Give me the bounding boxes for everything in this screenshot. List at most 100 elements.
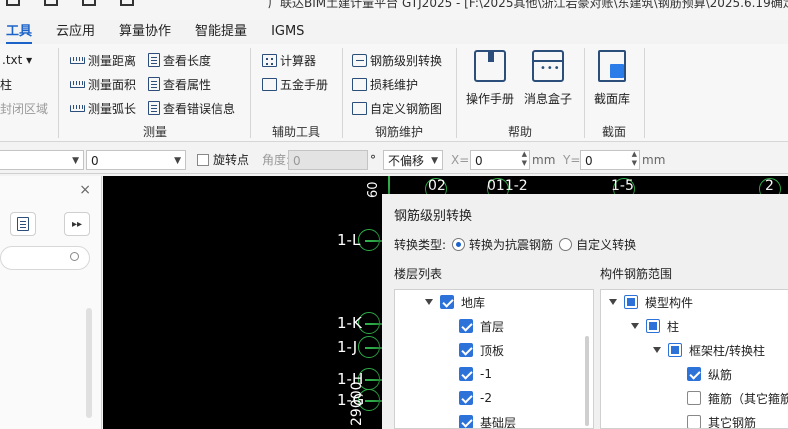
tree-item-longitudinal[interactable]: 纵筋 [687, 364, 732, 384]
checkbox[interactable] [624, 295, 638, 309]
tree-item-column[interactable]: 柱 [631, 316, 679, 336]
tab-tools[interactable]: 工具 [6, 20, 33, 44]
rotate-point-box[interactable] [197, 153, 209, 166]
aux-tools-group-label: 辅助工具 [271, 125, 320, 139]
spinner-icon[interactable]: ▲ ▼ [632, 150, 637, 168]
floor-item[interactable]: 首层 [459, 316, 504, 336]
expand-icon[interactable] [425, 299, 433, 305]
dimension-60: 60 [366, 181, 381, 198]
dimension-29000: 29000 [349, 381, 365, 426]
panel-scrollbar[interactable] [86, 308, 92, 418]
floor-label: -1 [480, 367, 492, 381]
section-group-label: 截面 [601, 125, 626, 139]
y-label: Y= [563, 153, 581, 167]
checkbox[interactable] [459, 415, 473, 428]
tab-cloud[interactable]: 云应用 [56, 20, 95, 44]
left-select[interactable]: ▼ [0, 150, 84, 170]
floor-select[interactable]: 0 ▼ [86, 150, 186, 170]
floor-item[interactable]: -2 [459, 388, 492, 408]
x-unit: mm [532, 153, 556, 167]
axis-label-1-5: 1-5 [611, 178, 634, 194]
panel-more-button[interactable]: ▸▸ [64, 212, 90, 236]
expand-icon[interactable] [631, 323, 639, 329]
panel-search-input[interactable] [0, 246, 90, 270]
rotate-point-checkbox[interactable]: 旋转点 [197, 150, 249, 170]
column-item[interactable]: 柱 [0, 74, 12, 94]
y-input[interactable]: 0 ▲ ▼ [580, 150, 640, 170]
tree-label: 其它钢筋 [708, 415, 757, 429]
spinner-icon[interactable]: ▲ ▼ [522, 150, 527, 168]
axis-label-2: 2 [765, 178, 774, 194]
panel-tool-button[interactable] [10, 212, 36, 236]
tab-collab[interactable]: 算量协作 [119, 20, 171, 44]
offset-select[interactable]: 不偏移 ▼ [383, 150, 443, 170]
checkbox[interactable] [459, 367, 473, 381]
closed-region-item[interactable]: 封闭区域 [0, 98, 48, 118]
redo-icon[interactable] [120, 0, 134, 6]
dialog-title: 钢筋级别转换 [394, 209, 473, 224]
rebar-maint-group-label: 钢筋维护 [374, 125, 423, 139]
x-input[interactable]: 0 ▲ ▼ [470, 150, 530, 170]
angle-input[interactable]: 0 [288, 150, 368, 170]
tree-item-frame-column[interactable]: 框架柱/转换柱 [653, 340, 765, 360]
expand-icon[interactable] [609, 299, 617, 305]
checkbox[interactable] [440, 295, 454, 309]
angle-value: 0 [293, 154, 301, 168]
floor-item[interactable]: 顶板 [459, 340, 504, 360]
checkbox[interactable] [668, 343, 682, 357]
chevron-down-icon: ▼ [72, 156, 79, 166]
section-group: 截面 [584, 44, 644, 142]
radio-custom-label[interactable]: 自定义转换 [576, 236, 636, 253]
floor-item[interactable]: 基础层 [459, 412, 517, 429]
radio-custom[interactable] [559, 238, 573, 251]
measure-group: 测量 [60, 44, 250, 142]
ribbon: .txt ▾ 柱 封闭区域 测量距离 测量面积 测量弧长 查看长度 查看属性 查… [0, 44, 788, 142]
txt-dropdown-label: .txt ▾ [2, 53, 33, 67]
checkbox[interactable] [459, 391, 473, 405]
measure-group-label: 测量 [142, 125, 167, 139]
save-icon[interactable] [6, 0, 20, 6]
floor-label: 地库 [461, 295, 486, 310]
checkbox[interactable] [459, 319, 473, 333]
tree-item-other-rebar[interactable]: 其它钢筋 [687, 412, 757, 429]
floor-list-scrollbar[interactable] [585, 336, 589, 426]
floor-label: -2 [480, 391, 492, 405]
axis-label-1K: 1-K [337, 314, 362, 332]
txt-dropdown[interactable]: .txt ▾ [2, 50, 32, 70]
quick-access-toolbar [6, 0, 134, 6]
panel-doc-icon [17, 217, 29, 231]
checkbox[interactable] [646, 319, 660, 333]
axis-bubble [358, 229, 380, 251]
tree-label: 纵筋 [708, 367, 733, 382]
print-icon[interactable] [82, 0, 96, 6]
chevron-down-icon: ▼ [431, 156, 438, 166]
checkbox[interactable] [687, 391, 701, 405]
aux-tools-group: 辅助工具 [250, 44, 342, 142]
axis-bubble [358, 336, 380, 358]
checkbox[interactable] [459, 343, 473, 357]
convert-type-label: 转换类型: [394, 238, 447, 252]
undo-icon[interactable] [44, 0, 58, 6]
offset-value: 不偏移 [388, 154, 425, 168]
close-icon[interactable]: × [79, 182, 91, 198]
tree-item-model[interactable]: 模型构件 [609, 292, 693, 312]
tab-igms[interactable]: IGMS [271, 20, 304, 44]
y-value: 0 [585, 154, 593, 168]
radio-seismic-label[interactable]: 转换为抗震钢筋 [469, 236, 553, 253]
tree-item-stirrup[interactable]: 箍筋（其它箍筋 [687, 388, 788, 408]
checkbox[interactable] [687, 367, 701, 381]
rebar-grade-convert-dialog: 钢筋级别转换 转换类型: 转换为抗震钢筋 自定义转换 楼层列表 构件钢筋范围 地… [382, 194, 788, 429]
floor-item[interactable]: -1 [459, 364, 492, 384]
rebar-maint-group: 钢筋维护 [342, 44, 456, 142]
expand-icon[interactable] [653, 347, 661, 353]
floor-item-basement[interactable]: 地库 [425, 292, 485, 312]
ribbon-separator [58, 48, 59, 138]
chevron-down-icon: ▼ [174, 156, 181, 166]
angle-label: 角度: [262, 153, 291, 167]
window-title: 广联达BIM土建计量平台 GTJ2025 - [F:\2025其他\浙江岩豪对账… [268, 0, 788, 10]
floor-label: 基础层 [480, 415, 517, 429]
checkbox[interactable] [687, 415, 701, 428]
floor-label: 首层 [480, 319, 505, 334]
radio-seismic[interactable] [452, 238, 466, 251]
tab-smart[interactable]: 智能提量 [195, 20, 247, 44]
